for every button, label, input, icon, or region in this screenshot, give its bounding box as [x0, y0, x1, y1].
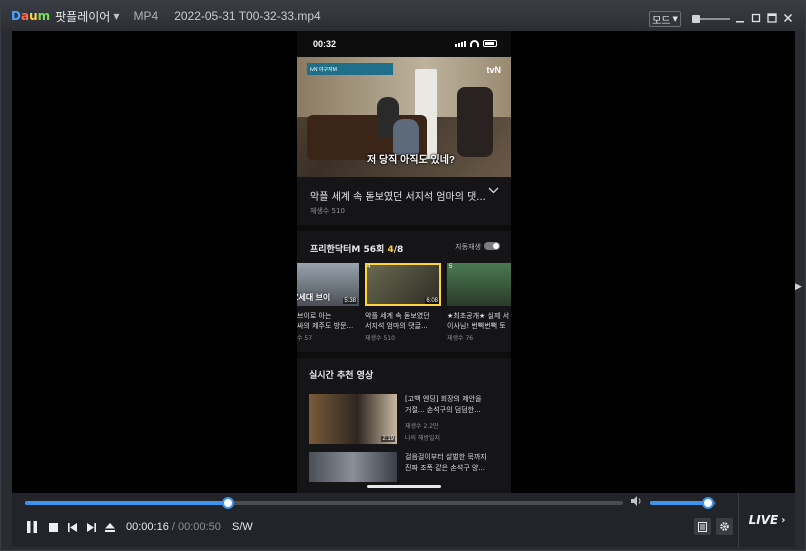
- playlist-item-views: 수 57: [297, 335, 313, 342]
- recommendation-item: 2:19 [고백 엔딩] 회장의 제안을 거절... 손석구의 덤덤한... 재생…: [309, 394, 499, 446]
- recommendation-title: [고백 엔딩] 회장의 제안을 거절... 손석구의 덤덤한...: [405, 395, 482, 414]
- video-views: 재생수 510: [310, 207, 345, 215]
- daum-logo[interactable]: Daum: [11, 9, 50, 23]
- video-title: 악플 세계 속 돋보였던 서지석 엄마의 댓...: [310, 192, 486, 203]
- volume-level: [650, 501, 709, 505]
- thumbnail-banner: tvN 야구자M: [307, 63, 393, 75]
- total-time: 00:00:50: [178, 521, 221, 533]
- video-info-card: 악플 세계 속 돋보였던 서지석 엄마의 댓... 재생수 510: [297, 177, 511, 225]
- volume-handle[interactable]: [702, 497, 715, 509]
- current-time: 00:00:16: [126, 521, 169, 533]
- close-icon[interactable]: [781, 11, 795, 25]
- phone-screen-recording: 00:32 tvN 야구자M tvN 저 당직 아직도 있네? 악플 세계 속 …: [297, 31, 511, 493]
- app-name: 팟플레이어: [55, 9, 111, 24]
- pause-button[interactable]: [25, 520, 39, 534]
- playlist-item-title: 브이로 아는 싸의 제주도 방문...: [297, 312, 354, 330]
- decoder-mode[interactable]: S/W: [232, 521, 253, 533]
- recommendation-views: 재생수 2.2만: [405, 423, 439, 430]
- file-format: MP4: [133, 9, 159, 23]
- live-label: LIVE: [748, 513, 779, 527]
- duration-badge: 2:19: [381, 436, 395, 442]
- mode-button-label: 모드: [652, 15, 671, 27]
- logo-letter: u: [29, 9, 38, 23]
- playlist-item-views: 재생수 76: [447, 335, 474, 342]
- duration-badge: 5:38: [343, 298, 357, 304]
- recommendations-title: 실시간 추천 영상: [309, 371, 374, 381]
- maximize-icon[interactable]: [765, 11, 779, 25]
- playlist-title: 프리한닥터M 56회 4/8: [310, 245, 404, 255]
- recommendation-item: 걸음걸이부터 살벌한 묵까지 진짜 조폭 같은 손석구 양...: [309, 452, 499, 482]
- app-menu[interactable]: 팟플레이어 ▼: [55, 8, 119, 25]
- panel-expand-icon[interactable]: ▶: [795, 281, 805, 293]
- playlist-item-title: ★최초공개★ 실제 서 이사님! 번뻑번뻑 토: [447, 312, 510, 330]
- phone-status-bar: 00:32: [297, 31, 511, 57]
- playlist-item-views: 재생수 510: [365, 335, 395, 342]
- recommendation-channel: 나의 해방일지: [405, 435, 441, 442]
- next-button[interactable]: [84, 520, 98, 534]
- title-bar[interactable]: Daum 팟플레이어 ▼ MP4 2022-05-31 T00-32-33.mp…: [1, 1, 805, 31]
- opacity-slider[interactable]: [692, 15, 730, 23]
- recommendations-section: 실시간 추천 영상 2:19 [고백 엔딩] 회장의 제안을 거절... 손석구의…: [297, 358, 511, 493]
- chevron-right-icon: ›: [781, 514, 786, 526]
- control-bar: 00:00:16 / 00:00:50 S/W LIVE ›: [12, 493, 795, 547]
- seek-progress: [25, 501, 229, 505]
- chevron-down-icon: [488, 186, 499, 197]
- logo-letter: m: [37, 9, 51, 23]
- previous-button[interactable]: [65, 520, 79, 534]
- playlist-index: 4: [367, 264, 371, 270]
- volume-slider[interactable]: [650, 497, 716, 509]
- video-subtitle: 저 당직 아직도 있네?: [367, 155, 456, 166]
- minimize-icon[interactable]: [733, 11, 747, 25]
- chevron-down-icon: ▼: [113, 11, 120, 21]
- seek-bar[interactable]: [25, 497, 623, 509]
- playlist-icon[interactable]: [694, 518, 711, 535]
- volume-icon[interactable]: [631, 496, 643, 509]
- player-window: Daum 팟플레이어 ▼ MP4 2022-05-31 T00-32-33.mp…: [0, 0, 806, 551]
- thumbnail-caption: MZ세대 브이: [297, 293, 331, 302]
- status-time: 00:32: [313, 39, 337, 49]
- recommendation-title: 걸음걸이부터 살벌한 묵까지 진짜 조폭 같은 손석구 양...: [405, 453, 487, 472]
- restore-icon[interactable]: [749, 11, 763, 25]
- playlist-section: 프리한닥터M 56회 4/8 자동재생 MZ세대 브이 5:38 브이로 아는싸…: [297, 231, 511, 352]
- logo-letter: D: [11, 9, 21, 23]
- time-display: 00:00:16 / 00:00:50: [126, 521, 221, 533]
- mode-button[interactable]: 모드 ▼: [649, 11, 681, 27]
- playlist-index: 5: [449, 264, 453, 270]
- signal-icon: [455, 40, 466, 47]
- playlist-item-title: 악플 세계 속 돋보였던 서지석 엄마의 댓글...: [365, 312, 430, 330]
- autoplay-label: 자동재생: [455, 243, 481, 251]
- playlist-item: 5 ★최초공개★ 실제 서 이사님! 번뻑번뻑 토 재생수 76: [447, 263, 511, 342]
- file-name: 2022-05-31 T00-32-33.mp4: [174, 9, 321, 23]
- gear-icon[interactable]: [716, 518, 733, 535]
- duration-badge: 6:08: [425, 298, 439, 304]
- playlist-item: 4 6:08 악플 세계 속 돋보였던 서지석 엄마의 댓글... 재생수 510: [365, 263, 441, 342]
- battery-icon: [483, 40, 497, 47]
- chevron-down-icon: ▼: [672, 15, 678, 23]
- stop-button[interactable]: [46, 520, 60, 534]
- home-indicator: [367, 485, 441, 488]
- main-video-thumbnail: tvN 야구자M tvN 저 당직 아직도 있네?: [297, 57, 511, 177]
- eject-icon[interactable]: [103, 520, 117, 534]
- seek-handle[interactable]: [222, 497, 235, 509]
- autoplay-toggle: [484, 242, 500, 250]
- playlist-item: MZ세대 브이 5:38 브이로 아는싸의 제주도 방문... 수 57: [297, 263, 359, 342]
- tvn-logo: tvN: [486, 65, 501, 75]
- live-button[interactable]: LIVE ›: [738, 493, 795, 547]
- slider-knob[interactable]: [692, 15, 700, 23]
- logo-letter: a: [20, 9, 30, 23]
- video-area[interactable]: 00:32 tvN 야구자M tvN 저 당직 아직도 있네? 악플 세계 속 …: [12, 31, 795, 493]
- wifi-icon: [470, 40, 479, 47]
